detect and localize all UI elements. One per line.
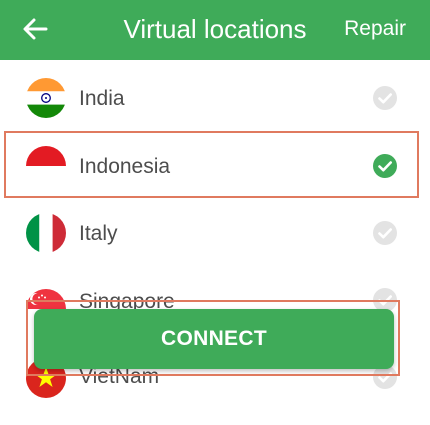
- location-row-indonesia[interactable]: Indonesia: [0, 132, 430, 200]
- indonesia-flag-icon: [26, 146, 66, 186]
- location-row-italy[interactable]: Italy: [0, 199, 430, 267]
- connect-button[interactable]: CONNECT: [34, 309, 394, 369]
- check-icon: [372, 85, 398, 111]
- location-name: Italy: [79, 222, 118, 245]
- location-name: India: [79, 87, 125, 110]
- location-row-india[interactable]: India: [0, 64, 430, 132]
- repair-button[interactable]: Repair: [344, 16, 406, 42]
- italy-flag-icon: [26, 213, 66, 253]
- location-name: Indonesia: [79, 155, 171, 178]
- check-icon: [372, 220, 398, 246]
- check-selected-icon: [372, 153, 398, 179]
- india-flag-icon: [26, 78, 66, 118]
- app-header: Virtual locations Repair: [0, 0, 430, 60]
